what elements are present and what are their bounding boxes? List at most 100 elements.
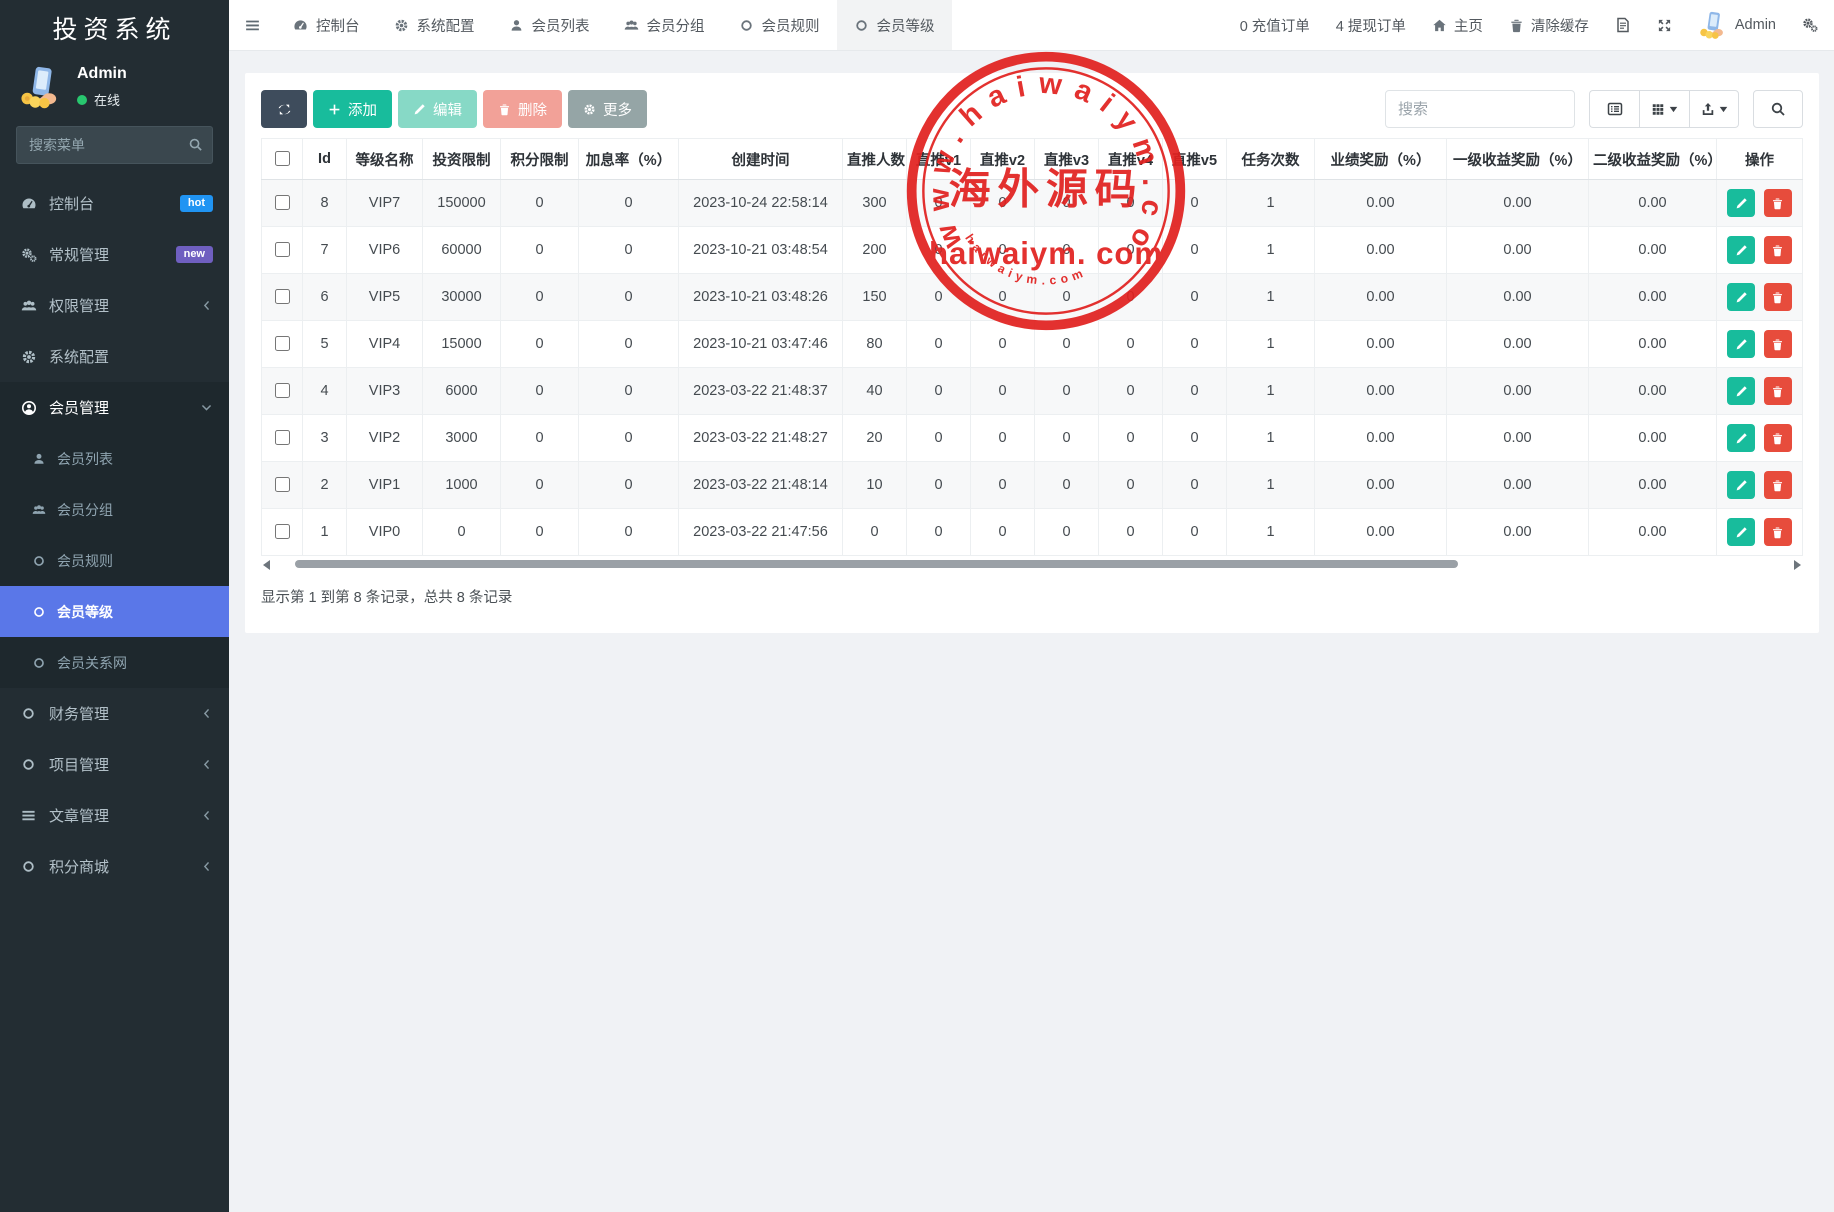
user-menu[interactable]: Admin xyxy=(1685,0,1789,50)
cell-perf: 0.00 xyxy=(1315,274,1447,321)
sidebar-item-dashboard[interactable]: 控制台 hot xyxy=(0,178,229,229)
cell-v4: 0 xyxy=(1099,180,1163,227)
home-icon xyxy=(1432,18,1447,33)
cell-lv1: 0.00 xyxy=(1447,274,1589,321)
tab-member-levels[interactable]: 会员等级 xyxy=(837,0,952,50)
edit-row-button[interactable] xyxy=(1727,189,1755,217)
scroll-right-arrow-icon[interactable] xyxy=(1794,560,1801,570)
sidebar-item-member-groups[interactable]: 会员分组 xyxy=(0,484,229,535)
edit-row-button[interactable] xyxy=(1727,283,1755,311)
sidebar-item-system-config[interactable]: 系统配置 xyxy=(0,331,229,382)
delete-row-button[interactable] xyxy=(1764,518,1792,546)
row-checkbox[interactable] xyxy=(275,336,290,351)
sidebar-search-input[interactable] xyxy=(16,126,213,164)
advanced-search-button[interactable] xyxy=(1753,90,1803,128)
sidebar-item-articles[interactable]: 文章管理 xyxy=(0,790,229,841)
sidebar-item-finance[interactable]: 财务管理 xyxy=(0,688,229,739)
delete-row-button[interactable] xyxy=(1764,189,1792,217)
table-row: 3VIP23000 002023-03-22 21:48:27 2000 000… xyxy=(262,415,1803,462)
edit-row-button[interactable] xyxy=(1727,471,1755,499)
clear-cache-link[interactable]: 清除缓存 xyxy=(1496,0,1602,50)
row-checkbox[interactable] xyxy=(275,242,290,257)
fullscreen-icon[interactable] xyxy=(1644,0,1685,50)
sidebar-item-label: 系统配置 xyxy=(49,346,213,367)
cell-lv2: 0.00 xyxy=(1589,227,1717,274)
row-checkbox[interactable] xyxy=(275,195,290,210)
edit-row-button[interactable] xyxy=(1727,236,1755,264)
tab-system-config[interactable]: 系统配置 xyxy=(377,0,492,50)
home-link[interactable]: 主页 xyxy=(1419,0,1496,50)
cell-direct: 300 xyxy=(843,180,907,227)
tab-member-groups[interactable]: 会员分组 xyxy=(607,0,722,50)
col-header-lv2-reward: 二级收益奖励（%） xyxy=(1589,139,1717,180)
tab-dashboard[interactable]: 控制台 xyxy=(276,0,377,50)
sidebar-item-points-mall[interactable]: 积分商城 xyxy=(0,841,229,892)
cell-v3: 0 xyxy=(1035,180,1099,227)
sidebar-item-member-network[interactable]: 会员关系网 xyxy=(0,637,229,688)
select-all-checkbox[interactable] xyxy=(275,151,290,166)
sidebar-item-member-levels[interactable]: 会员等级 xyxy=(0,586,229,637)
row-checkbox[interactable] xyxy=(275,477,290,492)
cell-tasks: 1 xyxy=(1227,462,1315,509)
delete-row-button[interactable] xyxy=(1764,236,1792,264)
new-badge: new xyxy=(176,246,213,263)
edit-row-button[interactable] xyxy=(1727,424,1755,452)
cell-rate: 0 xyxy=(579,462,679,509)
refresh-button[interactable] xyxy=(261,90,307,128)
columns-button[interactable] xyxy=(1639,90,1689,128)
more-button[interactable]: 更多 xyxy=(568,90,647,128)
delete-row-button[interactable] xyxy=(1764,330,1792,358)
settings-cogs-icon[interactable] xyxy=(1789,0,1831,50)
table-card: 添加 编辑 删除 更多 xyxy=(245,73,1819,633)
row-checkbox[interactable] xyxy=(275,289,290,304)
row-checkbox[interactable] xyxy=(275,383,290,398)
sidebar-item-permissions[interactable]: 权限管理 xyxy=(0,280,229,331)
sidebar-item-projects[interactable]: 项目管理 xyxy=(0,739,229,790)
cell-v5: 0 xyxy=(1163,368,1227,415)
add-button[interactable]: 添加 xyxy=(313,90,392,128)
scrollbar-thumb[interactable] xyxy=(295,560,1458,568)
sidebar-item-label: 财务管理 xyxy=(49,703,188,724)
export-button[interactable] xyxy=(1689,90,1739,128)
table-search-input[interactable] xyxy=(1385,90,1575,128)
main-area: 控制台 系统配置 会员列表 会员分组 xyxy=(229,0,1834,1212)
circle-icon xyxy=(31,656,46,670)
edit-button[interactable]: 编辑 xyxy=(398,90,477,128)
user-icon xyxy=(509,18,524,33)
tab-member-list[interactable]: 会员列表 xyxy=(492,0,607,50)
dashboard-icon xyxy=(293,18,308,33)
delete-row-button[interactable] xyxy=(1764,471,1792,499)
table-search xyxy=(1385,90,1575,128)
data-table: Id 等级名称 投资限制 积分限制 加息率（%） 创建时间 直推人数 直推v1 … xyxy=(261,138,1803,556)
pencil-icon xyxy=(1735,385,1748,398)
sidebar-item-member-list[interactable]: 会员列表 xyxy=(0,433,229,484)
cell-score: 0 xyxy=(501,321,579,368)
row-checkbox[interactable] xyxy=(275,524,290,539)
edit-row-button[interactable] xyxy=(1727,330,1755,358)
row-checkbox[interactable] xyxy=(275,430,290,445)
user-icon xyxy=(31,452,46,466)
sidebar-item-general[interactable]: 常规管理 new xyxy=(0,229,229,280)
sidebar-item-members[interactable]: 会员管理 xyxy=(0,382,229,433)
horizontal-scrollbar[interactable] xyxy=(261,559,1803,569)
tab-member-rules[interactable]: 会员规则 xyxy=(722,0,837,50)
dashboard-icon xyxy=(20,196,37,212)
cell-v2: 0 xyxy=(971,415,1035,462)
delete-row-button[interactable] xyxy=(1764,283,1792,311)
cell-rate: 0 xyxy=(579,415,679,462)
pagination-toggle-button[interactable] xyxy=(1589,90,1639,128)
language-icon[interactable] xyxy=(1602,0,1644,50)
delete-row-button[interactable] xyxy=(1764,424,1792,452)
edit-row-button[interactable] xyxy=(1727,518,1755,546)
delete-button[interactable]: 删除 xyxy=(483,90,562,128)
caret-down-icon xyxy=(1719,106,1728,113)
delete-row-button[interactable] xyxy=(1764,377,1792,405)
sidebar-item-member-rules[interactable]: 会员规则 xyxy=(0,535,229,586)
menu-icon[interactable] xyxy=(229,0,276,50)
edit-row-button[interactable] xyxy=(1727,377,1755,405)
withdraw-orders-link[interactable]: 4 提现订单 xyxy=(1323,0,1419,50)
cell-name: VIP0 xyxy=(347,509,423,556)
cell-lv2: 0.00 xyxy=(1589,180,1717,227)
scroll-left-arrow-icon[interactable] xyxy=(263,560,270,570)
recharge-orders-link[interactable]: 0 充值订单 xyxy=(1227,0,1323,50)
